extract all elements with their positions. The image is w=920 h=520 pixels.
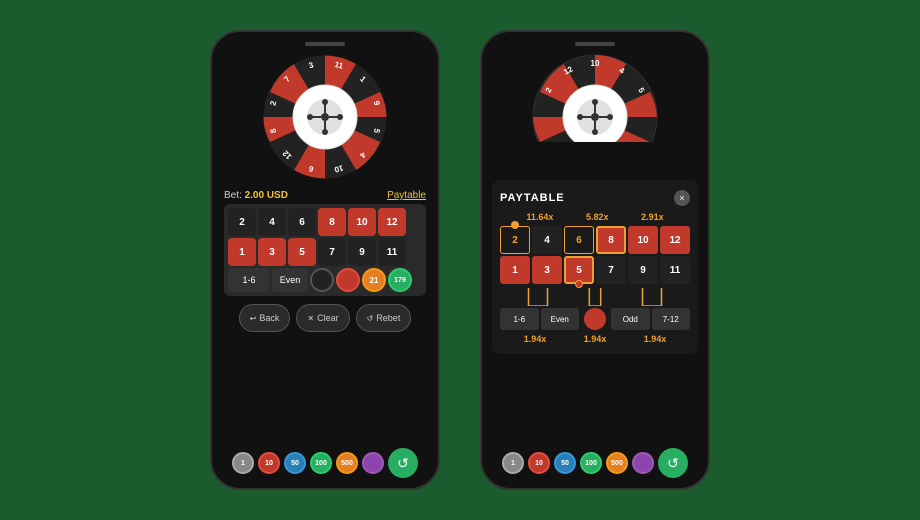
num-12[interactable]: 12 (378, 208, 406, 236)
right-chip-500[interactable]: 500 (606, 452, 628, 474)
paytable-overlay: PAYTABLE × 11.64x 5.82x 2.91x 2 4 6 (492, 180, 698, 354)
connector-svg (500, 288, 690, 306)
rebet-button[interactable]: ↺ Rebet (356, 304, 412, 332)
label-1-6[interactable]: 1-6 (500, 308, 539, 330)
chip-black-bet[interactable] (310, 268, 334, 292)
app-container: 11 1 9 5 4 10 6 12 8 2 7 3 (0, 0, 920, 520)
num-2[interactable]: 2 (228, 208, 256, 236)
bet-label: Bet: 2.00 USD (224, 190, 288, 201)
bet-row: Bet: 2.00 USD Paytable (224, 190, 426, 201)
left-chips-bar: 1 10 50 100 500 ↺ (212, 448, 438, 478)
clear-button[interactable]: ✕ Clear (296, 304, 349, 332)
paytable-header: PAYTABLE × (500, 190, 690, 206)
label-ball (584, 308, 606, 330)
phone-notch (305, 42, 345, 46)
num-1[interactable]: 1 (228, 238, 256, 266)
left-phone: 11 1 9 5 4 10 6 12 8 2 7 3 (210, 30, 440, 490)
right-spin-button[interactable]: ↺ (658, 448, 688, 478)
betting-table: 2 4 6 8 10 12 1 3 5 7 9 11 (224, 204, 426, 296)
back-icon: ↩ (250, 314, 257, 323)
pt-num-7[interactable]: 7 (596, 256, 626, 284)
pt-num-3[interactable]: 3 (532, 256, 562, 284)
chip-bar-1[interactable]: 1 (232, 452, 254, 474)
pt-num-8[interactable]: 8 (596, 226, 626, 254)
multipliers-top: 11.64x 5.82x 2.91x (500, 212, 690, 222)
chip-bar-500[interactable]: 500 (336, 452, 358, 474)
svg-text:10: 10 (591, 59, 600, 68)
pt-num-5[interactable]: 5 (564, 256, 594, 284)
right-chip-100[interactable]: 100 (580, 452, 602, 474)
paytable-title: PAYTABLE (500, 192, 565, 204)
num-5[interactable]: 5 (288, 238, 316, 266)
num-6[interactable]: 6 (288, 208, 316, 236)
mult-2: 2.91x (641, 212, 664, 222)
chip-red-bet[interactable] (336, 268, 360, 292)
special-row: 1-6 Even 21 179 (228, 268, 422, 292)
top-number-row: 2 4 6 8 10 12 (228, 208, 422, 236)
chip-bar-10[interactable]: 10 (258, 452, 280, 474)
paytable-bottom-row: 1 3 5 7 9 11 (500, 256, 690, 284)
cell-even[interactable]: Even (272, 268, 308, 292)
right-phone-notch (575, 42, 615, 46)
num-4[interactable]: 4 (258, 208, 286, 236)
right-chip-purple[interactable] (632, 452, 654, 474)
right-chip-10[interactable]: 10 (528, 452, 550, 474)
right-wheel-container: 10 4 12 5 2 (530, 52, 660, 142)
mult-bot-2: 1.94x (584, 334, 607, 344)
mult-bot-3: 1.94x (644, 334, 667, 344)
cell-1-6[interactable]: 1-6 (228, 268, 270, 292)
connector-lines (500, 288, 690, 306)
chip-21[interactable]: 21 (362, 268, 386, 292)
left-wheel-svg: 11 1 9 5 4 10 6 12 8 2 7 3 (260, 52, 390, 182)
num-11[interactable]: 11 (378, 238, 406, 266)
pt-num-11[interactable]: 11 (660, 256, 690, 284)
num-9[interactable]: 9 (348, 238, 376, 266)
right-phone: 10 4 12 5 2 (480, 30, 710, 490)
mult-5: 5.82x (586, 212, 609, 222)
right-wheel-svg: 10 4 12 5 2 (530, 52, 660, 142)
pt-num-9[interactable]: 9 (628, 256, 658, 284)
chip-179[interactable]: 179 (388, 268, 412, 292)
right-chip-1[interactable]: 1 (502, 452, 524, 474)
phones-container: 11 1 9 5 4 10 6 12 8 2 7 3 (210, 30, 710, 490)
pt-num-6[interactable]: 6 (564, 226, 594, 254)
num-7[interactable]: 7 (318, 238, 346, 266)
pt-num-1[interactable]: 1 (500, 256, 530, 284)
mult-11: 11.64x (526, 212, 553, 222)
chip-bar-50[interactable]: 50 (284, 452, 306, 474)
num-8[interactable]: 8 (318, 208, 346, 236)
right-chip-50[interactable]: 50 (554, 452, 576, 474)
paytable-link[interactable]: Paytable (387, 190, 426, 201)
num-10[interactable]: 10 (348, 208, 376, 236)
left-wheel-container: 11 1 9 5 4 10 6 12 8 2 7 3 (260, 52, 390, 182)
bottom-number-row: 1 3 5 7 9 11 (228, 238, 422, 266)
chip-bar-100[interactable]: 100 (310, 452, 332, 474)
label-7-12[interactable]: 7-12 (652, 308, 691, 330)
action-buttons: ↩ Back ✕ Clear ↺ Rebet (239, 304, 412, 332)
right-chips-bar: 1 10 50 100 500 ↺ (482, 448, 708, 478)
clear-icon: ✕ (307, 314, 314, 323)
pt-num-10[interactable]: 10 (628, 226, 658, 254)
paytable-labels-row: 1-6 Even Odd 7-12 (500, 308, 690, 330)
back-button[interactable]: ↩ Back (239, 304, 291, 332)
pt-num-4[interactable]: 4 (532, 226, 562, 254)
label-even[interactable]: Even (541, 308, 580, 330)
paytable-top-row: 2 4 6 8 10 12 (500, 226, 690, 254)
mult-bot-1: 1.94x (524, 334, 547, 344)
rebet-icon: ↺ (367, 314, 374, 323)
label-odd[interactable]: Odd (611, 308, 650, 330)
paytable-close-button[interactable]: × (674, 190, 690, 206)
spin-button[interactable]: ↺ (388, 448, 418, 478)
multipliers-bottom: 1.94x 1.94x 1.94x (500, 334, 690, 344)
bet-amount: 2.00 USD (245, 190, 288, 201)
num-3[interactable]: 3 (258, 238, 286, 266)
chip-bar-purple[interactable] (362, 452, 384, 474)
pt-num-2[interactable]: 2 (500, 226, 530, 254)
pt-num-12[interactable]: 12 (660, 226, 690, 254)
